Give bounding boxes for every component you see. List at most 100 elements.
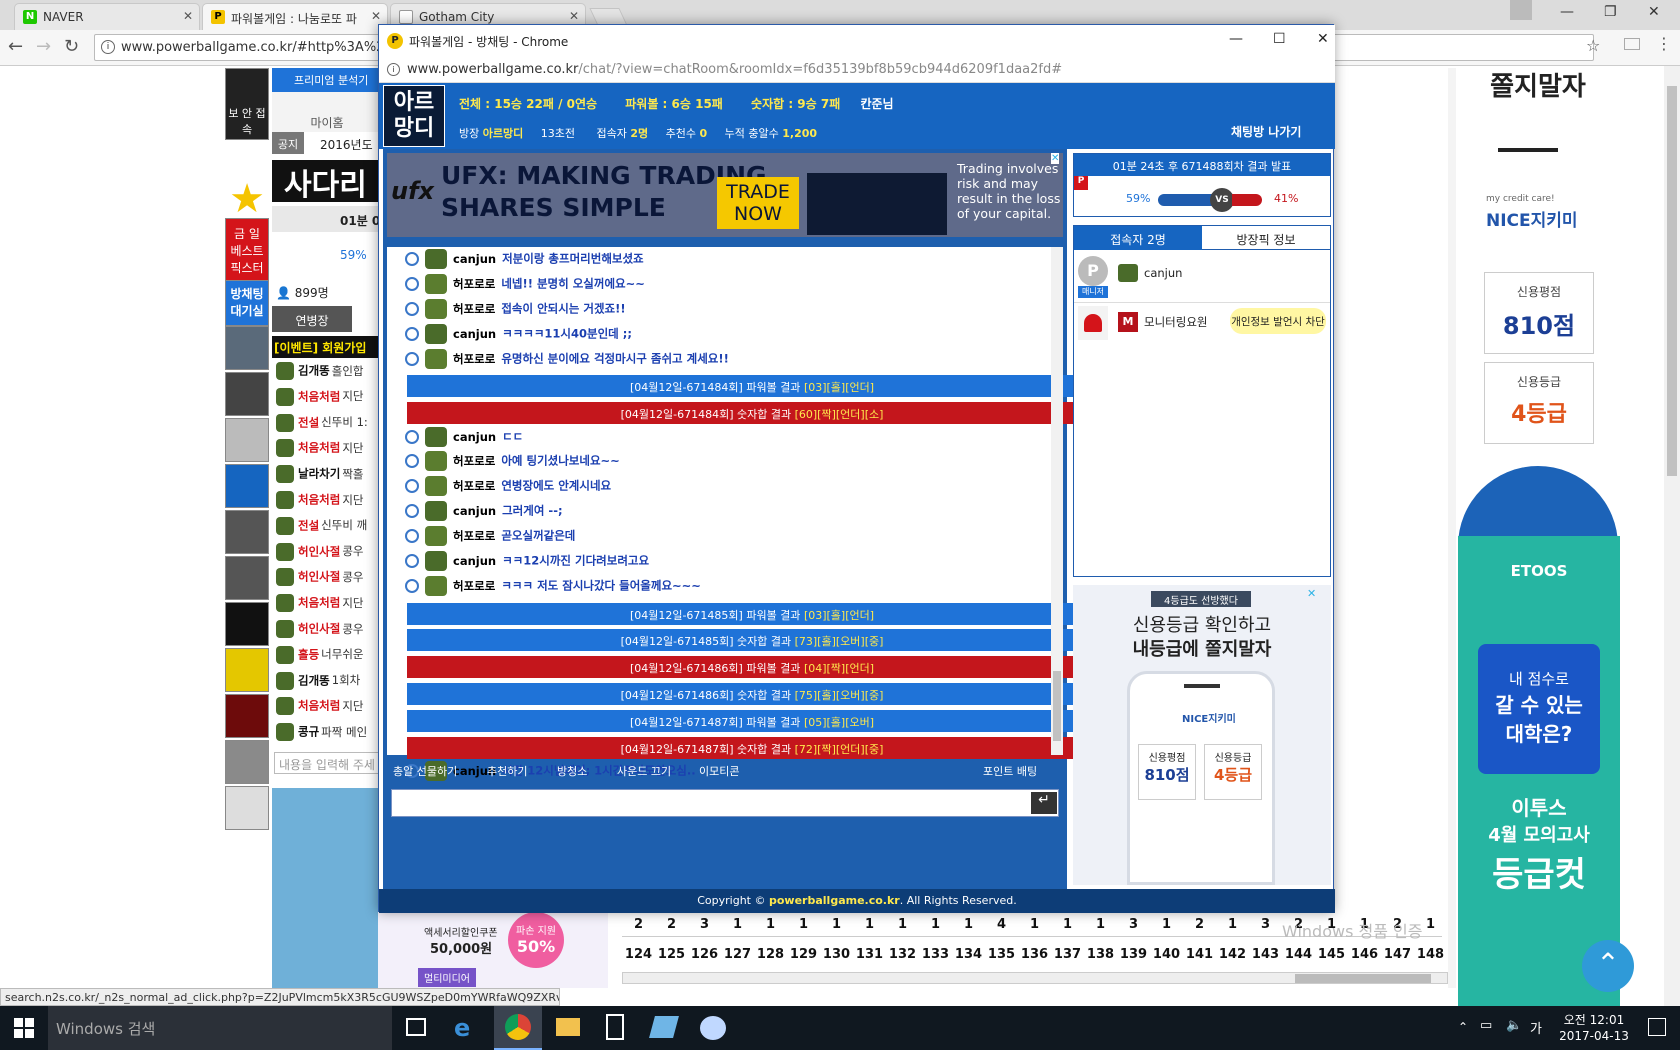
page-scrollbar[interactable] [1664, 66, 1680, 1006]
gift-bullets-button[interactable]: 총알 선물하기 [393, 763, 457, 779]
notepad-icon[interactable] [649, 1016, 679, 1038]
credit-ad[interactable]: 4등급도 선방했다 신용등급 확인하고 내등급에 쫄지말자 ✕ NICE지키미 … [1073, 585, 1331, 885]
ime-lang[interactable]: 가 [1530, 1018, 1542, 1037]
premium-analyzer-link[interactable]: 프리미엄 분석기 [272, 68, 382, 92]
forward-icon[interactable]: → [36, 36, 51, 57]
close-icon[interactable]: ✕ [569, 9, 579, 23]
bg-list-item[interactable]: 전설 신뚜비 깨 [276, 516, 367, 541]
user-name[interactable]: canjun [1144, 266, 1182, 280]
bg-list-item[interactable]: 전설 신뚜비 1: [276, 413, 368, 438]
avatar[interactable] [225, 464, 269, 508]
bg-list-item[interactable]: 홀등 너무쉬운 [276, 645, 364, 670]
point-bet-button[interactable]: 포인트 배팅 [983, 763, 1037, 779]
popup-close-icon[interactable]: ✕ [1317, 31, 1329, 47]
chrome-taskbar-button[interactable] [494, 1006, 542, 1050]
chat-message[interactable]: 허포로로 유명하신 분이에요 걱정마시구 좀쉬고 계세요!! [405, 349, 729, 373]
horizontal-scrollbar[interactable] [622, 972, 1448, 984]
user-name[interactable]: 모니터링요원 [1144, 314, 1207, 330]
tab-powerball[interactable]: P 파워볼게임 : 나눔로또 파 ✕ [202, 3, 388, 30]
emoticon-button[interactable]: 이모티콘 [699, 763, 739, 779]
paint-icon[interactable] [700, 1016, 726, 1040]
info-icon[interactable]: i [101, 40, 115, 54]
scroll-top-icon[interactable]: ⌃ [1582, 940, 1634, 992]
chat-message[interactable]: canjun ㅋㅋㅋㅋ11시40분인데 ;; [405, 324, 632, 348]
avatar[interactable] [225, 326, 269, 370]
bg-list-item[interactable]: 처음처럼 지단 [276, 387, 364, 412]
exit-room-button[interactable]: 채팅방 나가기 [1231, 123, 1301, 140]
avatar[interactable] [225, 786, 269, 830]
phone-ad[interactable] [272, 788, 382, 988]
minimize-icon[interactable]: — [1560, 4, 1574, 20]
waiting-room[interactable]: 방채팅 대기실 [225, 280, 269, 326]
sound-off-button[interactable]: 사운드 끄기 [617, 763, 671, 779]
profile-icon[interactable] [1510, 0, 1532, 20]
avatar[interactable] [225, 694, 269, 738]
credit-score-box[interactable]: 신용평점 810점 [1484, 272, 1594, 354]
chat-message[interactable]: 허포로로 네넵!! 분명히 오실꺼에요~~ [405, 274, 645, 298]
restore-icon[interactable]: ❐ [1604, 4, 1617, 20]
bg-list-item[interactable]: 김개똥 홀인합 [276, 362, 364, 386]
chat-message[interactable]: canjun 저분이랑 총프머리번해보셨죠 [405, 249, 644, 273]
tray-up-icon[interactable]: ⌃ [1458, 1020, 1468, 1034]
notifications-icon[interactable] [1648, 1018, 1666, 1036]
lock-avatar[interactable] [225, 510, 269, 554]
ad-headline[interactable]: 쫄지말자 [1458, 66, 1618, 106]
network-icon[interactable]: ▭ [1480, 1018, 1492, 1033]
avatar[interactable] [225, 648, 269, 692]
bg-list-item[interactable]: 처음처럼 지단 [276, 491, 364, 515]
etoos-ad[interactable]: ETOOS 내 점수로 갈 수 있는 대학은? 이투스 4월 모의고사 등급컷 [1458, 536, 1620, 1006]
close-icon[interactable]: ✕ [183, 9, 193, 23]
tab-yeonbyeongjang[interactable]: 연병장 [272, 306, 352, 332]
windows-start-icon[interactable] [14, 1018, 34, 1038]
trade-now-button[interactable]: TRADE NOW [717, 177, 799, 229]
popup-url-bar[interactable]: i www.powerballgame.co.kr/chat/?view=cha… [379, 57, 1335, 83]
bg-list-item[interactable]: 허인사절 콩우 [276, 568, 364, 592]
bg-list-item[interactable]: 날라차기 짝홀 [276, 465, 364, 489]
accessory-ad[interactable]: 액세서리할인쿠폰 50,000원 파손 지원 50% 멀티미디어 [378, 912, 608, 988]
chat-input[interactable] [391, 789, 1059, 817]
notice-text[interactable]: 2016년도 [320, 136, 373, 153]
calculator-icon[interactable] [606, 1014, 624, 1040]
chat-message[interactable]: 허포로로 곧오실꺼같은데 [405, 526, 575, 550]
ad-close-icon[interactable]: ✕ [1051, 153, 1060, 164]
avatar[interactable] [225, 740, 269, 784]
send-icon[interactable]: ↵ [1031, 792, 1057, 814]
clock[interactable]: 오전 12:01 2017-04-13 [1554, 1012, 1634, 1044]
back-icon[interactable]: ← [8, 36, 23, 57]
task-view-icon[interactable] [406, 1018, 426, 1036]
avatar[interactable] [225, 418, 269, 462]
nice-logo[interactable]: NICE지키미 [1486, 206, 1578, 231]
chat-message[interactable]: canjun 그러게여 --; [405, 501, 563, 525]
ufx-ad[interactable]: ufx UFX: MAKING TRADING SHARES SIMPLE TR… [387, 153, 1063, 237]
bg-list-item[interactable]: 처음처럼 지단 [276, 594, 364, 618]
ad-close-icon[interactable]: ✕ [1307, 587, 1316, 600]
security-login[interactable]: 보 안 접 속 [225, 68, 269, 140]
bg-list-item[interactable]: 허인사절 콩우 [276, 620, 364, 644]
tab-owner-pick[interactable]: 방장픽 정보 [1202, 226, 1330, 250]
chat-scrollbar[interactable] [1051, 247, 1063, 755]
room-owner-avatar[interactable]: 아르망디 [383, 85, 445, 147]
reload-icon[interactable]: ↻ [64, 36, 79, 57]
popup-maximize-icon[interactable]: ☐ [1273, 31, 1286, 47]
bg-chat-input[interactable]: 내용을 입력해 주세 [274, 752, 382, 774]
chat-message[interactable]: canjun ㅋㅋ12시까진 기다려보려고요 [405, 551, 649, 575]
chat-message[interactable]: 허포로로 아예 팅기셨나보네요~~ [405, 451, 620, 475]
my-home-link[interactable]: 마이홈 [272, 92, 382, 132]
chat-message[interactable]: 허포로로 연병장에도 안계시네요 [405, 476, 611, 500]
lock-avatar[interactable] [225, 556, 269, 600]
user-avatar[interactable]: P [1078, 256, 1108, 286]
tab-users[interactable]: 접속자 2명 [1074, 226, 1202, 250]
file-explorer-icon[interactable] [556, 1018, 580, 1036]
avatar[interactable] [225, 372, 269, 416]
bg-list-item[interactable]: 허인사절 콩우 [276, 542, 364, 567]
clean-room-button[interactable]: 방청소 [557, 763, 587, 779]
close-icon[interactable]: ✕ [371, 9, 381, 23]
popup-minimize-icon[interactable]: — [1229, 31, 1243, 47]
chat-message[interactable]: 허포로로 접속이 안되시는 거겠죠!! [405, 299, 626, 323]
windows-search-box[interactable]: Windows 검색 [48, 1006, 392, 1050]
event-banner[interactable]: [이벤트] 회원가입 [272, 336, 382, 358]
bg-list-item[interactable]: 김개똥 1회차 [276, 671, 360, 696]
credit-grade-box[interactable]: 신용등급 4등급 [1484, 362, 1594, 444]
close-window-icon[interactable]: ✕ [1648, 4, 1660, 20]
bg-list-item[interactable]: 콩규 파짝 메인 [276, 723, 367, 747]
